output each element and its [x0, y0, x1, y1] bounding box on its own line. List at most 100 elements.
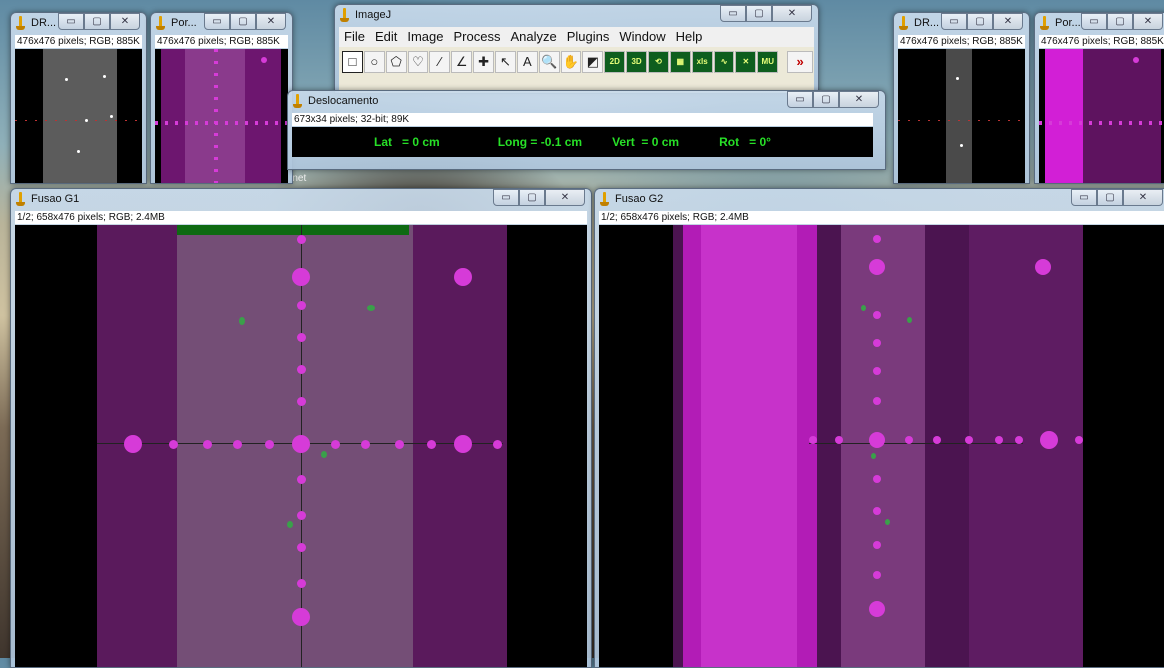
window-dr-right[interactable]: DR... ▭ ▢ ✕ 476x476 pixels; RGB; 885K	[893, 12, 1030, 184]
imagej-icon	[600, 192, 610, 207]
image-canvas[interactable]	[155, 49, 288, 183]
marker-dot	[873, 367, 881, 375]
angle-icon[interactable]: ∠	[451, 51, 473, 73]
imagej-icon	[156, 16, 166, 31]
titlebar[interactable]: DR... ▭ ▢ ✕	[894, 13, 1029, 35]
window-title: Fusao G1	[31, 193, 80, 205]
marker-dot	[492, 439, 502, 449]
marker-dot	[1040, 431, 1058, 449]
window-por-right[interactable]: Por... ▭ ▢ ✕ 476x476 pixels; RGB; 885K	[1034, 12, 1164, 184]
rot-value: Rot = 0°	[719, 135, 771, 149]
titlebar[interactable]: Fusao G1 ▭ ▢ ✕	[11, 189, 591, 211]
maximize-button[interactable]: ▢	[813, 91, 839, 108]
menu-plugins[interactable]: Plugins	[562, 27, 615, 46]
marker-dot	[869, 432, 885, 448]
minimize-button[interactable]: ▭	[720, 5, 746, 22]
titlebar[interactable]: Por... ▭ ▢ ✕	[1035, 13, 1164, 35]
imagej-main-window[interactable]: ImageJ ▭ ▢ ✕ File Edit Image Process Analyze Pl…	[334, 4, 819, 94]
magnifier-icon[interactable]: 🔍	[538, 51, 560, 73]
marker-dot	[330, 439, 340, 449]
maximize-button[interactable]: ▢	[519, 189, 545, 206]
minimize-button[interactable]: ▭	[58, 13, 84, 30]
rectangle-icon[interactable]: □	[342, 51, 363, 73]
plugin-mu-icon[interactable]: MU	[757, 51, 779, 73]
maximize-button[interactable]: ▢	[1107, 13, 1133, 30]
image-canvas[interactable]	[15, 49, 142, 183]
titlebar[interactable]: ImageJ ▭ ▢ ✕	[335, 5, 818, 27]
plugin-grid-icon[interactable]: ▦	[669, 51, 691, 73]
menu-process[interactable]: Process	[449, 27, 506, 46]
titlebar[interactable]: Por... ▭ ▢ ✕	[151, 13, 292, 35]
imagej-icon	[340, 8, 350, 23]
menu-help[interactable]: Help	[671, 27, 708, 46]
image-info: 476x476 pixels; RGB; 885K	[1039, 35, 1164, 48]
minimize-button[interactable]: ▭	[493, 189, 519, 206]
window-fusao-g1[interactable]: Fusao G1 ▭ ▢ ✕ 1/2; 658x476 pixels; RGB; 2…	[10, 188, 592, 668]
plugin-3d-icon[interactable]: 3D	[626, 51, 648, 73]
menu-edit[interactable]: Edit	[370, 27, 402, 46]
minimize-button[interactable]: ▭	[941, 13, 967, 30]
close-button[interactable]: ✕	[993, 13, 1023, 30]
window-por-left[interactable]: Por... ▭ ▢ ✕ 476x476 pixels; RGB; 885K	[150, 12, 293, 184]
minimize-button[interactable]: ▭	[1071, 189, 1097, 206]
marker-dot	[394, 439, 404, 449]
close-button[interactable]: ✕	[110, 13, 140, 30]
close-button[interactable]: ✕	[772, 5, 812, 22]
titlebar[interactable]: Fusao G2 ▭ ▢ ✕	[595, 189, 1164, 211]
image-info: 476x476 pixels; RGB; 885K	[15, 35, 142, 48]
text-icon[interactable]: A	[516, 51, 538, 73]
maximize-button[interactable]: ▢	[84, 13, 110, 30]
image-canvas[interactable]	[599, 225, 1164, 667]
hand-icon[interactable]: ✋	[560, 51, 582, 73]
maximize-button[interactable]: ▢	[230, 13, 256, 30]
image-canvas[interactable]	[15, 225, 587, 667]
marker-dot	[296, 332, 306, 342]
titlebar[interactable]: DR... ▭ ▢ ✕	[11, 13, 146, 35]
minimize-button[interactable]: ▭	[787, 91, 813, 108]
close-button[interactable]: ✕	[545, 189, 585, 206]
maximize-button[interactable]: ▢	[746, 5, 772, 22]
point-icon[interactable]: ✚	[473, 51, 495, 73]
straight-line-icon[interactable]: ⁄	[429, 51, 451, 73]
marker-dot	[835, 436, 843, 444]
plugin-rotate-icon[interactable]: ⟲	[648, 51, 669, 73]
plugin-xls-icon[interactable]: xls	[691, 51, 713, 73]
minimize-button[interactable]: ▭	[204, 13, 230, 30]
imagej-icon	[293, 94, 303, 109]
image-canvas[interactable]	[898, 49, 1025, 183]
window-fusao-g2[interactable]: Fusao G2 ▭ ▢ ✕ 1/2; 658x476 pixels; RGB; 2…	[594, 188, 1164, 668]
freehand-icon[interactable]: ♡	[407, 51, 429, 73]
marker-dot	[292, 608, 310, 626]
window-dr-left[interactable]: DR... ▭ ▢ ✕ 476x476 pixels; RGB; 885K	[10, 12, 147, 184]
maximize-button[interactable]: ▢	[967, 13, 993, 30]
plugin-cross-icon[interactable]: ✕	[735, 51, 757, 73]
menu-analyze[interactable]: Analyze	[505, 27, 561, 46]
plugin-2d-icon[interactable]: 2D	[604, 51, 626, 73]
menu-image[interactable]: Image	[402, 27, 448, 46]
marker-dot	[873, 571, 881, 579]
marker-dot	[168, 439, 178, 449]
marker-dot	[873, 339, 881, 347]
close-button[interactable]: ✕	[256, 13, 286, 30]
titlebar[interactable]: Deslocamento ▭ ▢ ✕	[288, 91, 885, 113]
color-picker-icon[interactable]: ◩	[582, 51, 604, 73]
close-button[interactable]: ✕	[1133, 13, 1163, 30]
close-button[interactable]: ✕	[1123, 189, 1163, 206]
maximize-button[interactable]: ▢	[1097, 189, 1123, 206]
wand-icon[interactable]: ↖	[495, 51, 516, 73]
close-button[interactable]: ✕	[839, 91, 879, 108]
tool-bar: □ ○ ⬠ ♡ ⁄ ∠ ✚ ↖ A 🔍 ✋ ◩ 2D 3D ⟲ ▦ xls ∿ ✕ MU »	[339, 47, 814, 77]
image-canvas[interactable]	[1039, 49, 1164, 183]
window-deslocamento[interactable]: Deslocamento ▭ ▢ ✕ 673x34 pixels; 32-bit; …	[287, 90, 886, 170]
marker-dot	[873, 541, 881, 549]
vert-value: Vert = 0 cm	[612, 135, 680, 149]
minimize-button[interactable]: ▭	[1081, 13, 1107, 30]
more-tools-button[interactable]: »	[787, 51, 814, 73]
oval-icon[interactable]: ○	[363, 51, 385, 73]
polygon-icon[interactable]: ⬠	[385, 51, 407, 73]
menu-file[interactable]: File	[339, 27, 370, 46]
window-title: DR...	[914, 17, 940, 29]
image-info: 673x34 pixels; 32-bit; 89K	[292, 113, 873, 126]
menu-window[interactable]: Window	[614, 27, 670, 46]
plugin-curve-icon[interactable]: ∿	[713, 51, 735, 73]
